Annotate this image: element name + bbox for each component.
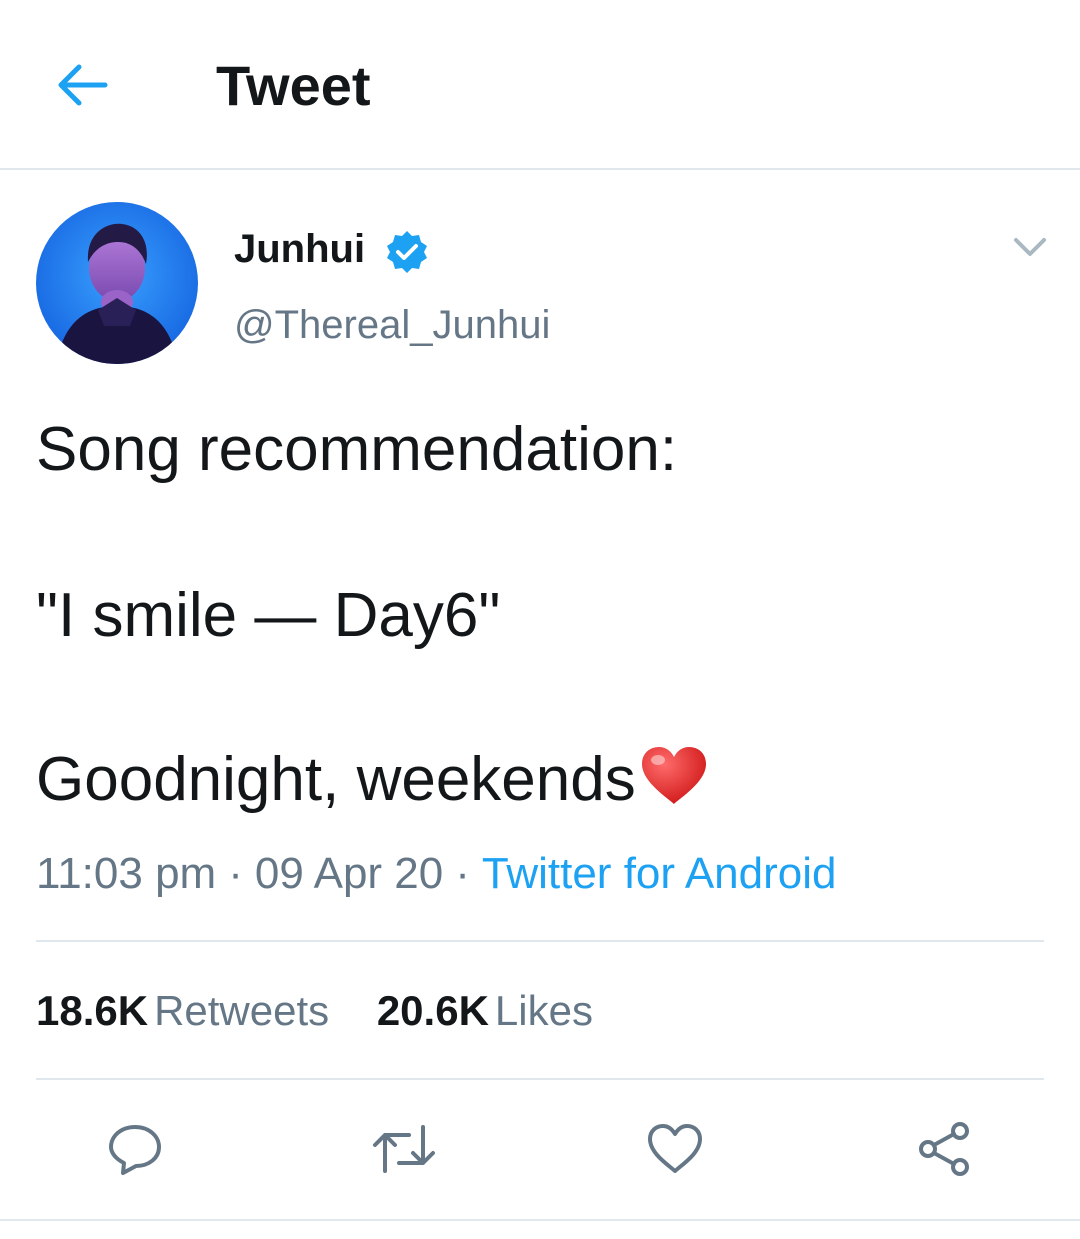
top-bar: Tweet xyxy=(0,0,1080,170)
like-icon xyxy=(648,1124,702,1173)
like-button[interactable] xyxy=(639,1116,711,1182)
retweets-stat[interactable]: 18.6K Retweets xyxy=(36,986,329,1036)
retweet-icon xyxy=(373,1125,435,1173)
tweet-date: 09 Apr 20 xyxy=(254,849,444,898)
tweet-text-line: "I smile — Day6" xyxy=(36,581,501,650)
back-button[interactable] xyxy=(50,55,116,115)
tweet-metadata: 11:03 pm · 09 Apr 20 · Twitter for Android xyxy=(36,848,837,900)
avatar[interactable] xyxy=(36,202,198,364)
author-handle[interactable]: @Thereal_Junhui xyxy=(234,302,550,348)
tweet-text-segment: Goodnight, weekends xyxy=(36,745,636,814)
share-icon xyxy=(919,1122,969,1176)
verified-badge-icon xyxy=(387,231,427,273)
engagement-stats: 18.6K Retweets 20.6K Likes xyxy=(36,986,629,1036)
retweets-label: Retweets xyxy=(154,987,330,1034)
likes-count: 20.6K xyxy=(376,987,489,1034)
chevron-down-icon[interactable] xyxy=(1008,228,1052,268)
divider xyxy=(36,1078,1044,1080)
divider xyxy=(36,940,1044,942)
share-button[interactable] xyxy=(908,1116,980,1182)
tweet-time: 11:03 pm xyxy=(36,849,217,898)
tweet-text-line: Song recommendation: xyxy=(36,415,678,484)
reply-button[interactable] xyxy=(99,1116,171,1182)
author-name[interactable]: Junhui xyxy=(234,226,365,272)
arrow-left-icon xyxy=(58,64,108,106)
divider xyxy=(0,1219,1080,1221)
tweet-source-link[interactable]: Twitter for Android xyxy=(482,849,837,898)
separator: · xyxy=(455,849,470,898)
likes-stat[interactable]: 20.6K Likes xyxy=(377,986,593,1036)
retweet-button[interactable] xyxy=(368,1116,440,1182)
red-heart-icon xyxy=(641,747,706,804)
page-title: Tweet xyxy=(216,54,371,117)
likes-label: Likes xyxy=(494,987,593,1034)
separator: · xyxy=(228,849,243,898)
reply-icon xyxy=(109,1125,161,1175)
tweet-text-line: Goodnight, weekends xyxy=(36,744,710,816)
retweets-count: 18.6K xyxy=(36,987,149,1034)
